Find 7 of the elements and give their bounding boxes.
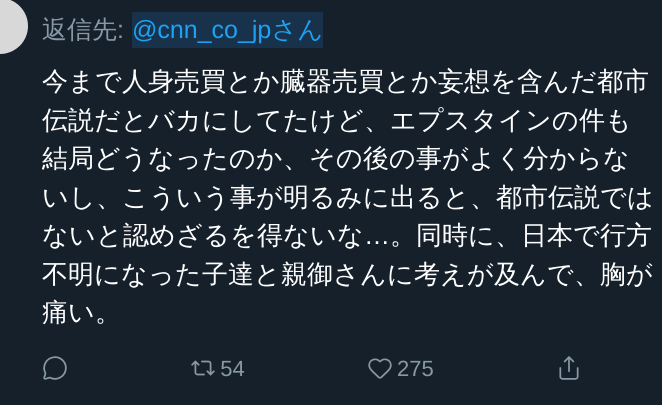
reply-button[interactable] bbox=[42, 355, 68, 381]
tweet-text: 今まで人身売買とか臓器売買とか妄想を含んだ都市伝説だとバカにしてたけど、エプスタインの件も結局どうなったのか、その後の事がよく分からないし、こういう事が明るみに出ると、都市伝説ではないと認めざるを得ないな…。同時に、日本で行方不明になった子達と親御さんに考えが及んで、胸が痛い。 bbox=[42, 65, 654, 329]
mention-link[interactable]: @cnn_co_jpさん bbox=[132, 12, 324, 48]
reply-to-label: 返信先: bbox=[42, 15, 124, 46]
speech-bubble-icon bbox=[42, 355, 68, 381]
like-button[interactable]: 275 bbox=[367, 352, 434, 384]
retweet-button[interactable]: 54 bbox=[190, 352, 245, 384]
